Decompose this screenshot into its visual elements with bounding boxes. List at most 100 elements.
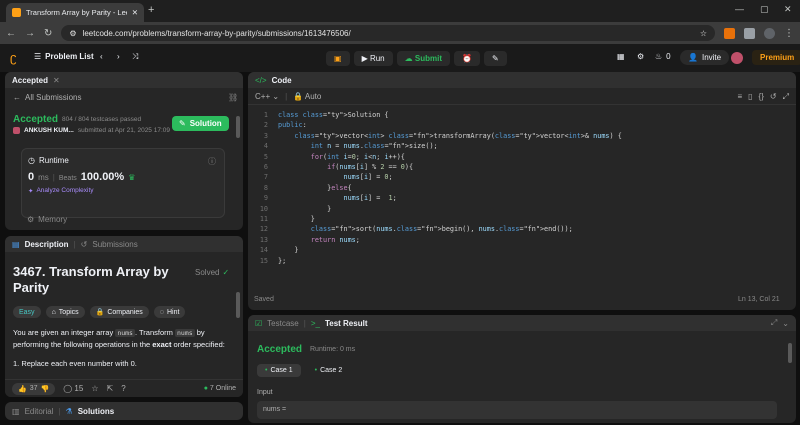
close-tab-icon[interactable]: ✕ [132, 8, 138, 17]
code-text: nums[i] = 0; [343, 173, 393, 182]
close-accepted-tab-icon[interactable]: ✕ [53, 76, 60, 85]
premium-button[interactable]: Premium [752, 50, 800, 65]
code-line[interactable]: 9 nums[i] = 1; [254, 193, 622, 203]
line-number: 8 [263, 183, 268, 192]
code-tab[interactable]: Code [272, 76, 292, 85]
tab-editorial[interactable]: Editorial [25, 407, 54, 416]
code-line[interactable]: 5 for(int i=0; i<n; i++){ [254, 152, 622, 162]
tab-solutions[interactable]: Solutions [78, 407, 114, 416]
share-icon[interactable]: ⇱ [107, 384, 114, 393]
pass-dot-icon: • [314, 367, 318, 374]
case-1-tab[interactable]: • Case 1 [257, 364, 301, 377]
like-button[interactable]: 👍 37 👎 [12, 382, 56, 395]
settings-gear-icon[interactable]: ⚙ [637, 52, 644, 61]
back-icon[interactable]: ← [6, 28, 16, 39]
format-icon[interactable]: ≡ [737, 92, 742, 101]
runtime-stats: 0 ms | Beats 100.00% ♛ [28, 171, 136, 183]
braces-icon[interactable]: {} [759, 92, 764, 101]
address-bar[interactable]: ⚙ leetcode.com/problems/transform-array-… [61, 25, 715, 41]
leetcode-logo-icon[interactable]: ʗ [10, 50, 17, 65]
reload-icon[interactable]: ↻ [44, 28, 52, 39]
close-window-icon[interactable]: ✕ [784, 4, 792, 15]
code-line[interactable]: 10 } [254, 204, 622, 214]
accepted-tab[interactable]: Accepted [12, 76, 48, 85]
run-button[interactable]: ▶ Run [353, 51, 393, 66]
extensions-puzzle-icon[interactable] [744, 27, 755, 39]
maximize-icon[interactable]: ▢ [760, 4, 769, 15]
expand-icon[interactable]: ⤢ [771, 318, 777, 328]
runtime-card: ◷ Runtime ⓘ 0 ms | Beats 100.00% ♛ ✦ Ana… [21, 148, 225, 218]
help-icon[interactable]: ? [121, 384, 125, 393]
code-line[interactable]: 3 class="ty">vector<int> class="fn">tran… [254, 131, 622, 141]
case-1-label: Case 1 [270, 367, 293, 374]
share-link-icon[interactable]: ⛓ [228, 93, 238, 102]
bookmark-star-icon[interactable]: ☆ [700, 29, 707, 38]
bookmark-icon[interactable]: ▯ [748, 92, 752, 101]
result-runtime: Runtime: 0 ms [310, 346, 356, 353]
submitter-avatar [13, 127, 20, 134]
code-line[interactable]: 7 nums[i] = 0; [254, 172, 622, 182]
solution-button[interactable]: ✎ Solution [172, 116, 229, 131]
fullscreen-icon[interactable]: ⤢ [783, 92, 789, 102]
timer-icon[interactable]: ⏰ [453, 51, 480, 66]
streak-counter[interactable]: ♨ 0 [655, 52, 671, 61]
code-line[interactable]: 13 return nums; [254, 235, 622, 245]
code-line[interactable]: 6 if(nums[i] % 2 == 0){ [254, 162, 622, 172]
profile-avatar[interactable] [764, 27, 775, 39]
tab-test-result[interactable]: Test Result [325, 319, 368, 328]
code-line[interactable]: 14 } [254, 245, 622, 255]
forward-icon[interactable]: → [25, 28, 35, 39]
language-select[interactable]: C++ ⌄ [255, 92, 279, 101]
favorite-star-icon[interactable]: ☆ [91, 384, 98, 393]
tab-description[interactable]: Description [25, 240, 69, 249]
shuffle-icon[interactable]: ⤨ [132, 52, 138, 62]
code-line[interactable]: 2 public: [254, 120, 622, 130]
tab-submissions[interactable]: Submissions [92, 240, 137, 249]
auto-mode-toggle[interactable]: 🔒 Auto [293, 92, 321, 101]
problem-list-button[interactable]: ☰ Problem List [34, 52, 94, 61]
companies-tag[interactable]: 🔒 Companies [89, 306, 149, 318]
code-editor[interactable]: 1 class class="ty">Solution {2 public: 3 cl… [254, 110, 622, 266]
code-line[interactable]: 1 class class="ty">Solution { [254, 110, 622, 120]
submitter-name[interactable]: ANKUSH KUM... [24, 127, 74, 134]
test-panel-scrollbar[interactable] [788, 343, 792, 363]
memory-label: Memory [38, 215, 68, 224]
info-icon[interactable]: ⓘ [208, 156, 216, 167]
hint-tag[interactable]: ◌ Hint [153, 306, 186, 318]
analyze-complexity-link[interactable]: ✦ Analyze Complexity [28, 187, 94, 195]
layout-icon[interactable]: ▦ [617, 52, 625, 61]
new-tab-icon[interactable]: + [148, 4, 154, 16]
notes-icon[interactable]: ✎ [483, 51, 507, 66]
line-number: 11 [259, 215, 268, 224]
input-value-box[interactable]: nums = [257, 401, 777, 419]
code-line[interactable]: 12 class="fn">sort(nums.class="fn">begin… [254, 224, 622, 234]
prev-problem-icon[interactable]: ‹ [100, 52, 103, 61]
problem-title[interactable]: 3467. Transform Array by Parity [13, 264, 193, 296]
debug-icon[interactable]: ▣ [326, 51, 350, 66]
reset-icon[interactable]: ↺ [770, 92, 777, 101]
user-avatar[interactable] [731, 52, 743, 64]
submission-scrollbar[interactable] [236, 116, 240, 138]
browser-menu-icon[interactable]: ⋮ [784, 28, 794, 39]
comments-button[interactable]: ◯ 15 [63, 384, 83, 393]
site-info-icon[interactable]: ⚙ [69, 29, 76, 38]
browser-tab[interactable]: Transform Array by Parity - Lee ✕ [6, 3, 144, 22]
result-status: Accepted [257, 344, 303, 355]
tab-testcase[interactable]: Testcase [267, 319, 299, 328]
code-line[interactable]: 11 } [254, 214, 622, 224]
submit-button[interactable]: ☁ Submit [396, 51, 450, 66]
invite-button[interactable]: 👤 Invite [680, 50, 730, 65]
next-problem-icon[interactable]: › [117, 52, 120, 61]
code-line[interactable]: 15}; [254, 256, 622, 266]
code-line[interactable]: 4 int n = nums.class="fn">size(); [254, 141, 622, 151]
case-2-tab[interactable]: • Case 2 [307, 364, 351, 377]
thumbs-down-icon[interactable]: 👎 [41, 385, 50, 393]
all-submissions-link[interactable]: ← All Submissions [13, 93, 81, 102]
collapse-icon[interactable]: ⌄ [782, 319, 789, 328]
extension-icon[interactable] [724, 27, 735, 39]
description-scrollbar[interactable] [236, 292, 240, 318]
topics-tag[interactable]: ⌂ Topics [45, 306, 85, 318]
difficulty-tag[interactable]: Easy [13, 306, 41, 318]
code-line[interactable]: 8 }else{ [254, 183, 622, 193]
minimize-icon[interactable]: — [735, 4, 744, 14]
